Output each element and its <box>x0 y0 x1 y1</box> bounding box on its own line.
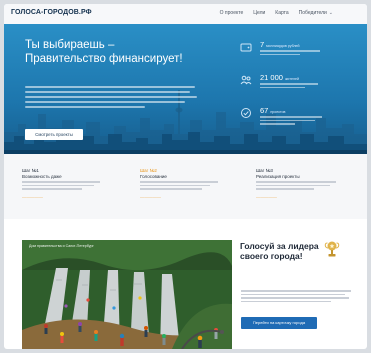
step-subtitle: Возможность даже <box>22 173 62 179</box>
hero-headline-line1: Ты выбираешь – <box>25 39 115 51</box>
stat-item: 67 проектов <box>240 106 360 132</box>
step-card-2: Шаг №2 Голосование ————— <box>140 168 240 200</box>
check-icon <box>241 108 251 118</box>
go-to-city-card-button[interactable]: Перейти на карточку города <box>241 317 317 329</box>
step-card-1: Шаг №1 Возможность даже ————— <box>22 168 122 200</box>
step-card-3: Шаг №3 Реализация проекты ————— <box>256 168 356 200</box>
wallet-icon <box>240 43 252 52</box>
hero-headline: Ты выбираешь – Правительство финансирует… <box>25 38 235 66</box>
steps-section: Шаг №1 Возможность даже ————— Шаг №2 Гол… <box>4 154 367 219</box>
hero-banner: Ты выбираешь – Правительство финансирует… <box>4 24 367 154</box>
chevron-down-icon: ⌄ <box>328 10 333 16</box>
vote-description <box>241 290 353 304</box>
view-projects-button[interactable]: Смотреть проекты <box>25 129 83 140</box>
step-more-link[interactable]: ————— <box>256 195 356 200</box>
nav-item-winners[interactable]: Победители ⌄ <box>299 10 333 16</box>
nav-item-goals[interactable]: Цели <box>253 10 265 16</box>
stat-item: 7 миллиардов рублей <box>240 40 360 66</box>
playground-photo: Дом правительства и Санкт-Петербург <box>22 240 232 349</box>
page: ГОЛОСА-ГОРОДОВ.РФ О проекте Цели Карта П… <box>4 4 367 349</box>
step-subtitle: Голосование <box>140 173 167 179</box>
nav-item-map[interactable]: Карта <box>275 10 288 16</box>
main-nav: О проекте Цели Карта Победители ⌄ <box>220 10 333 16</box>
vote-headline: Голосуй за лидера своего города! <box>240 241 319 261</box>
stats-panel: 7 миллиардов рублей 21 000 жителей 67 проек… <box>240 40 360 139</box>
hero-headline-line2: Правительство финансирует! <box>25 53 183 65</box>
nav-item-about[interactable]: О проекте <box>220 10 244 16</box>
step-subtitle: Реализация проекты <box>256 173 300 179</box>
hero-description <box>25 86 205 111</box>
step-more-link[interactable]: ————— <box>140 195 240 200</box>
photo-caption: Дом правительства и Санкт-Петербург <box>29 244 94 248</box>
step-more-link[interactable]: ————— <box>22 195 122 200</box>
top-navbar: ГОЛОСА-ГОРОДОВ.РФ О проекте Цели Карта П… <box>4 4 367 25</box>
playground-illustration <box>22 240 232 349</box>
stat-item: 21 000 жителей <box>240 73 360 99</box>
trophy-icon <box>324 241 340 257</box>
people-icon <box>240 75 252 85</box>
site-logo[interactable]: ГОЛОСА-ГОРОДОВ.РФ <box>11 9 92 16</box>
